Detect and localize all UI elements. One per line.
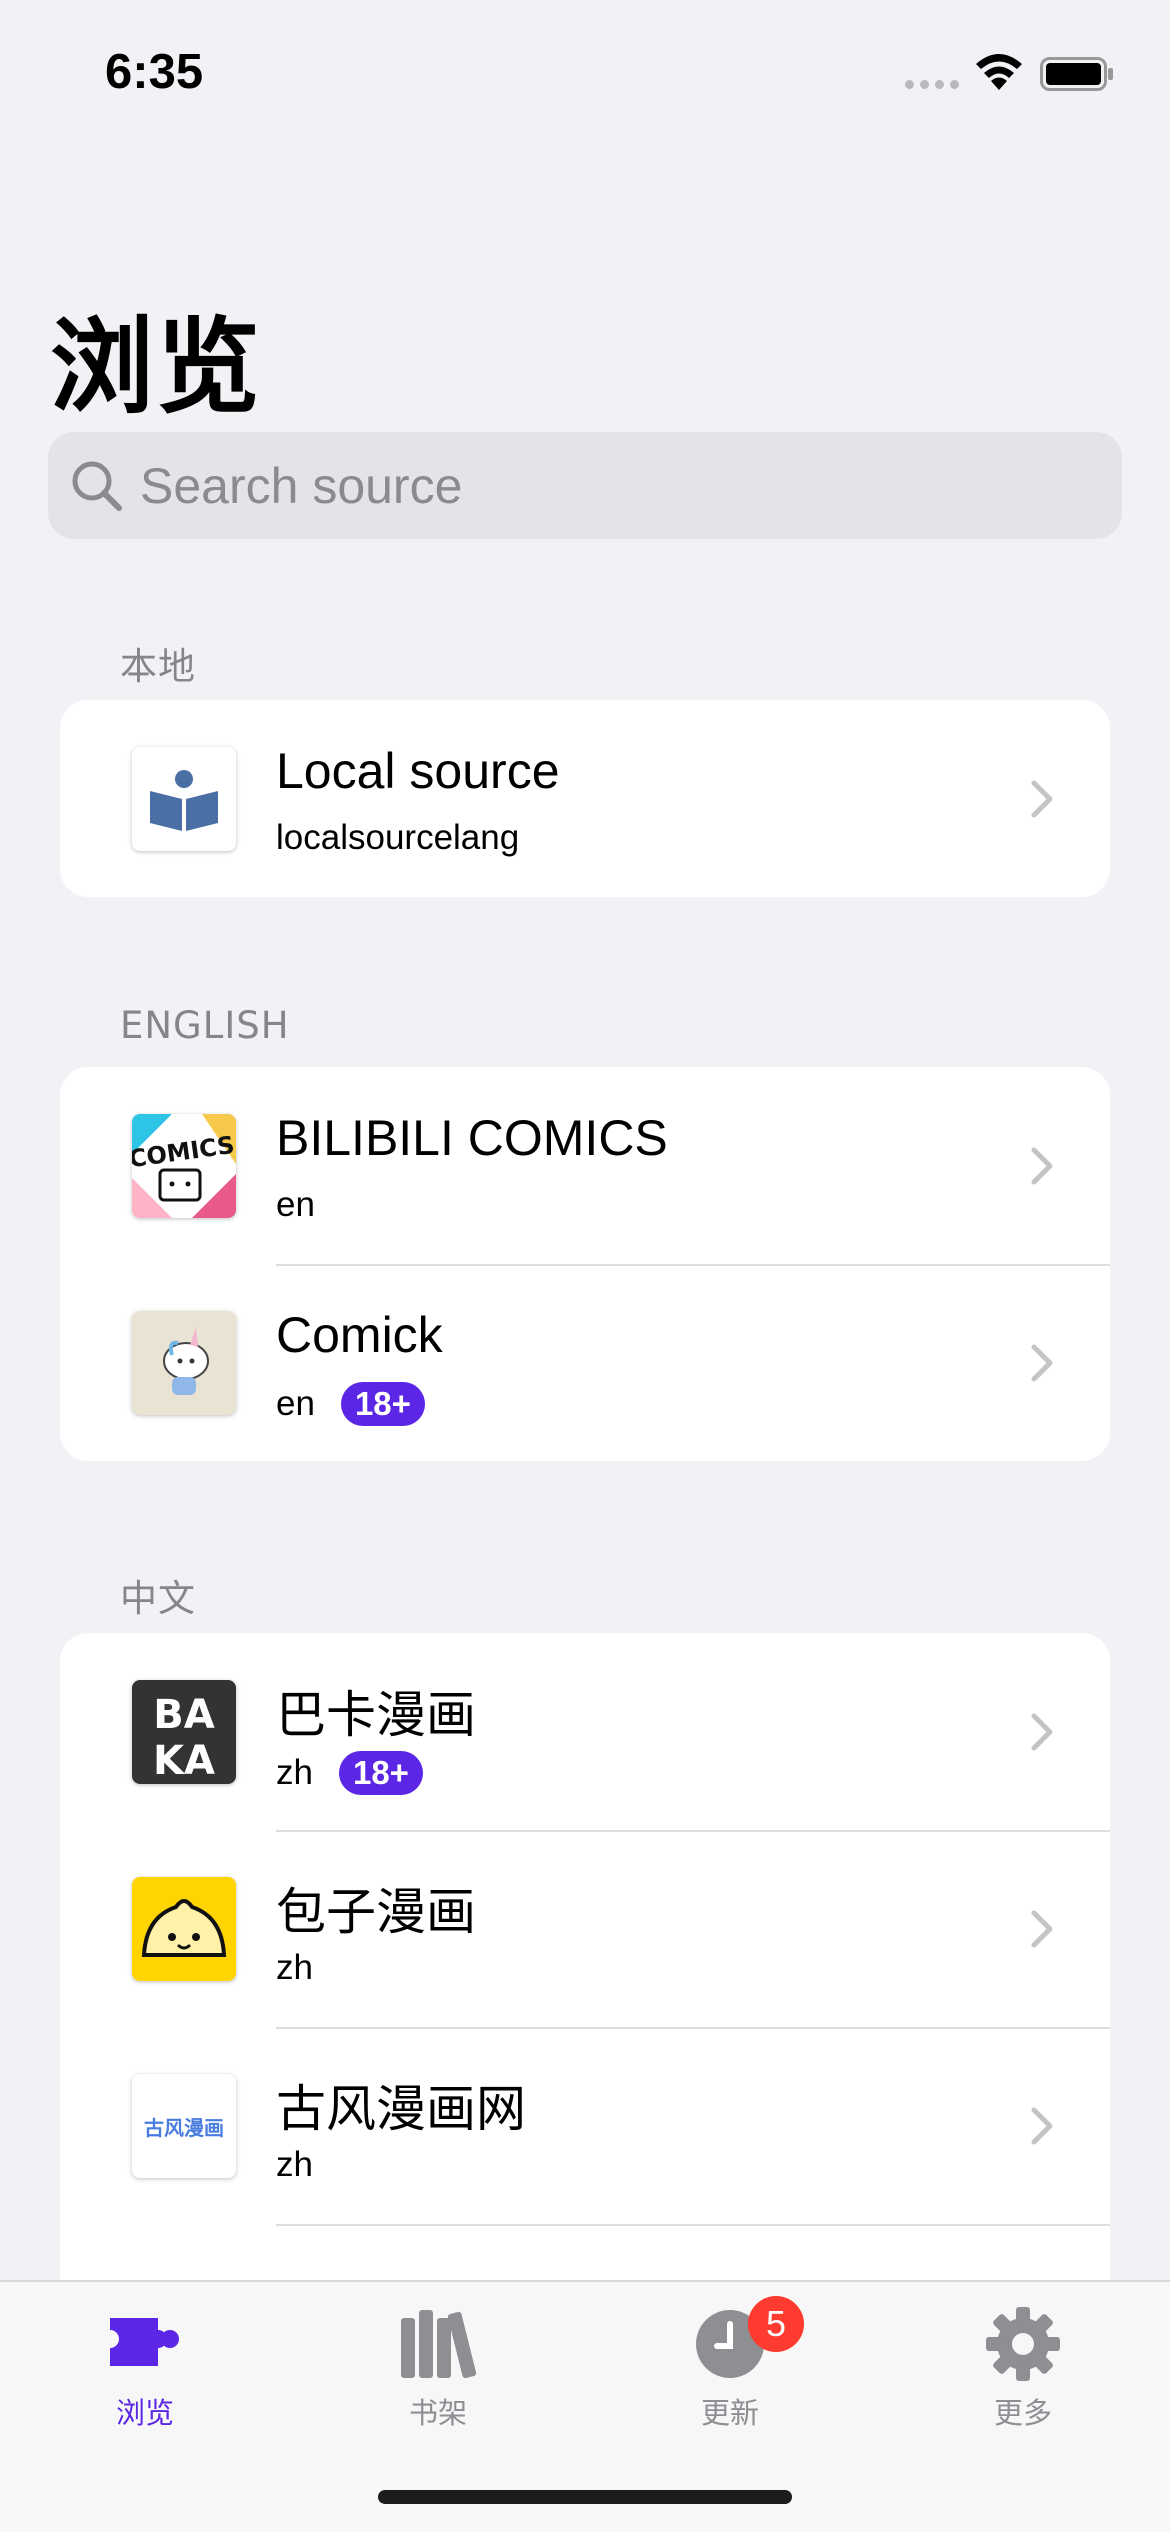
source-subtitle: zh [276, 2145, 313, 2185]
source-row-baozi[interactable]: 包子漫画 zh [60, 1830, 1110, 2027]
gear-icon [986, 2307, 1060, 2381]
source-subtitle: en 18+ [276, 1382, 425, 1426]
svg-text:KA: KA [153, 1738, 215, 1784]
source-row-gufeng[interactable]: 古风漫画 古风漫画网 zh [60, 2027, 1110, 2224]
baozi-icon [132, 1877, 236, 1981]
source-title: Comick [276, 1307, 443, 1363]
source-lang: zh [276, 1753, 313, 1792]
chevron-right-icon [1031, 1147, 1053, 1185]
home-indicator [378, 2490, 792, 2504]
books-icon [401, 2310, 477, 2379]
comick-icon [132, 1311, 236, 1415]
nsfw-badge: 18+ [340, 1382, 425, 1426]
source-group-english: COMICS BILIBILI COMICS en Comick en 18+ [60, 1067, 1110, 1461]
source-row-comick[interactable]: Comick en 18+ [60, 1264, 1110, 1461]
tab-browse[interactable]: 浏览 [45, 2302, 245, 2442]
tab-label: 更新 [700, 2396, 759, 2430]
source-title: 包子漫画 [276, 1883, 476, 1941]
status-time: 6:35 [105, 45, 204, 99]
tab-more[interactable]: 更多 [923, 2302, 1123, 2442]
battery-icon [1040, 57, 1113, 91]
source-row-local-source[interactable]: Local source localsourcelang [60, 700, 1110, 897]
source-row-bilibili-comics[interactable]: COMICS BILIBILI COMICS en [60, 1067, 1110, 1264]
baka-icon: BA KA [132, 1680, 236, 1784]
updates-count-badge: 5 [748, 2296, 804, 2352]
gufeng-logo-text: 古风漫画 [144, 2115, 224, 2140]
source-lang: en [276, 1384, 315, 1423]
source-subtitle: zh [276, 1948, 313, 1988]
source-lang: localsourcelang [276, 818, 520, 857]
puzzle-icon [110, 2318, 179, 2366]
section-header-chinese: 中文 [120, 1577, 196, 1620]
chevron-right-icon [1031, 1910, 1053, 1948]
source-group-chinese: BA KA 巴卡漫画 zh 18+ 包子漫画 zh 古风漫画 古风漫画网 zh [60, 1633, 1110, 2293]
search-icon [72, 461, 122, 511]
tab-label: 更多 [993, 2396, 1052, 2430]
source-lang: en [276, 1185, 315, 1224]
source-lang: zh [276, 2145, 313, 2184]
tab-updates[interactable]: 5 更新 [630, 2296, 830, 2442]
gufeng-icon: 古风漫画 [132, 2074, 236, 2178]
chevron-right-icon [1031, 780, 1053, 818]
bilibili-comics-icon: COMICS [132, 1114, 236, 1218]
status-bar: 6:35 [0, 0, 1170, 150]
source-subtitle: localsourcelang [276, 818, 519, 858]
source-lang: zh [276, 1948, 313, 1987]
search-input[interactable] [140, 432, 1040, 539]
wifi-icon [976, 54, 1022, 90]
source-title: Local source [276, 743, 560, 799]
tab-label: 浏览 [115, 2396, 174, 2430]
nsfw-badge: 18+ [338, 1751, 423, 1795]
local-source-icon [132, 747, 236, 851]
svg-text:BA: BA [153, 1692, 214, 1738]
cellular-signal-icon [905, 80, 959, 89]
page-title: 浏览 [50, 306, 263, 428]
section-header-english: ENGLISH [120, 1004, 290, 1047]
tab-bar: 浏览 书架 5 更新 更多 [0, 2280, 1170, 2532]
tab-label: 书架 [408, 2396, 467, 2430]
chevron-right-icon [1031, 1713, 1053, 1751]
chevron-right-icon [1031, 1344, 1053, 1382]
chevron-right-icon [1031, 2107, 1053, 2145]
source-title: BILIBILI COMICS [276, 1110, 668, 1166]
source-group-local: Local source localsourcelang [60, 700, 1110, 897]
source-title: 巴卡漫画 [276, 1686, 476, 1744]
source-subtitle: zh 18+ [276, 1751, 423, 1795]
tab-library[interactable]: 书架 [338, 2302, 538, 2442]
search-bar[interactable] [48, 432, 1122, 539]
section-header-local: 本地 [120, 645, 196, 688]
source-title: 古风漫画网 [276, 2080, 526, 2138]
source-row-baka[interactable]: BA KA 巴卡漫画 zh 18+ [60, 1633, 1110, 1830]
source-subtitle: en [276, 1185, 315, 1225]
